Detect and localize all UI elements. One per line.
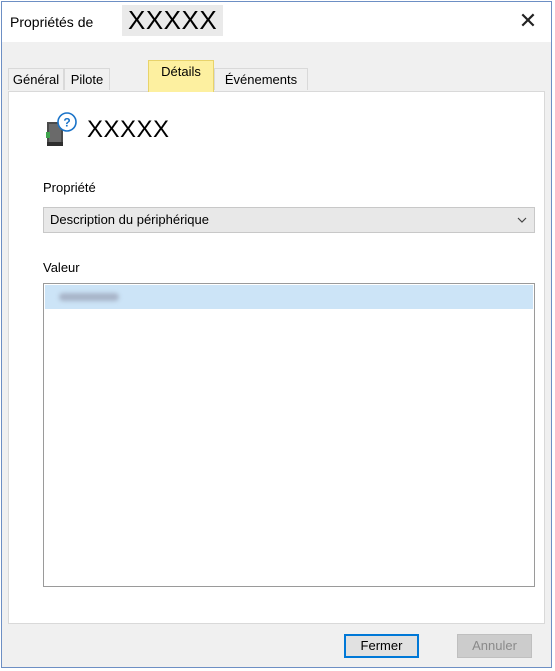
close-button[interactable]: Fermer bbox=[344, 634, 419, 658]
value-listbox[interactable] bbox=[43, 283, 535, 587]
cancel-button[interactable]: Annuler bbox=[457, 634, 532, 658]
close-icon[interactable]: ✕ bbox=[513, 6, 543, 36]
properties-dialog: Propriétés de XXXXX ✕ Général Pilote Dét… bbox=[1, 1, 552, 668]
property-selected-value: Description du périphérique bbox=[50, 212, 209, 227]
svg-text:?: ? bbox=[63, 116, 70, 130]
window-title: Propriétés de bbox=[10, 14, 94, 30]
unknown-device-icon: ? bbox=[46, 112, 77, 146]
property-dropdown[interactable]: Description du périphérique bbox=[43, 207, 535, 233]
details-panel: ? XXXXX Propriété Description du périphé… bbox=[8, 91, 545, 624]
title-bar[interactable]: Propriétés de XXXXX ✕ bbox=[2, 2, 551, 42]
property-label: Propriété bbox=[43, 180, 96, 195]
tab-strip: Général Pilote Détails Événements bbox=[8, 60, 308, 92]
list-item[interactable] bbox=[45, 285, 533, 309]
window-title-device: XXXXX bbox=[122, 5, 224, 36]
tab-general[interactable]: Général bbox=[8, 68, 64, 90]
value-label: Valeur bbox=[43, 260, 80, 275]
redacted-value bbox=[59, 293, 119, 301]
tab-evenements[interactable]: Événements bbox=[214, 68, 308, 90]
chevron-down-icon bbox=[516, 208, 528, 240]
device-name: XXXXX bbox=[87, 116, 170, 143]
tab-details[interactable]: Détails bbox=[148, 60, 214, 92]
tab-pilote[interactable]: Pilote bbox=[64, 68, 110, 90]
